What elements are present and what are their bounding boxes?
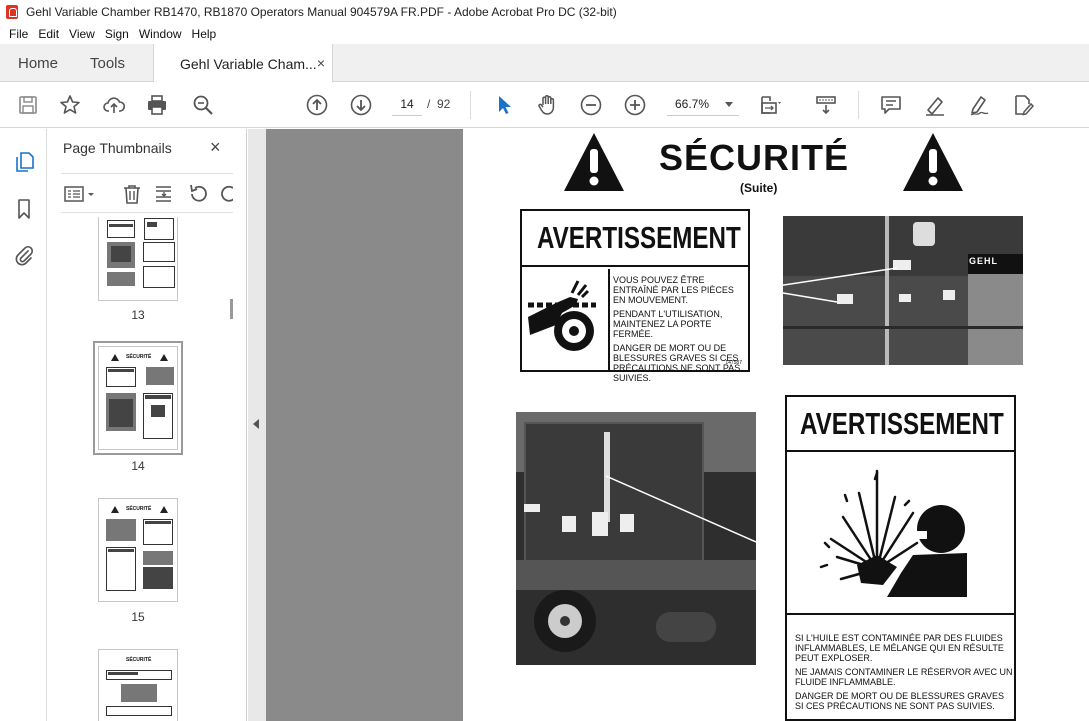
select-cursor-icon[interactable] [492,93,516,117]
zoom-search-icon[interactable] [191,93,215,117]
page-heading: SÉCURITÉ [659,137,850,178]
zoom-level-value: 66.7% [675,97,710,111]
menu-window[interactable]: Window [134,27,187,41]
thumbnail-options-icon[interactable] [63,183,97,205]
extract-page-icon[interactable] [153,183,175,205]
print-icon[interactable] [145,93,169,117]
title-bar: Gehl Variable Chamber RB1470, RB1870 Ope… [0,0,1089,24]
navigation-rail [0,129,47,721]
menu-edit[interactable]: Edit [33,27,64,41]
bookmarks-icon[interactable] [13,198,35,220]
menu-sign[interactable]: Sign [100,27,134,41]
zoom-out-icon[interactable] [579,93,603,117]
menu-file[interactable]: File [4,27,33,41]
decal-code: 147587 [725,360,742,366]
photo-baler-panel: GEHL [783,216,1023,365]
page-subheading: (Suite) [740,181,778,195]
warning-decal-entanglement: AVERTISSEMENT VOUS POUVEZ ÊTRE ENTRAÎNÉ … [520,209,750,383]
page-fit-icon[interactable] [758,93,782,117]
menu-help[interactable]: Help [187,27,222,41]
decal-message: SI L'HUILE EST CONTAMINÉE PAR DES FLUIDE… [795,633,1013,715]
page-number-input[interactable]: 14 [392,92,422,116]
tab-tools[interactable]: Tools [90,44,125,82]
zoom-in-icon[interactable] [623,93,647,117]
chevron-down-icon [725,102,733,107]
warning-triangle-icon [903,133,963,191]
page-thumbnail-14[interactable]: SÉCURITÉ [93,341,183,455]
tab-close-button[interactable]: × [317,55,325,71]
decal-line: DANGER DE MORT OU DE BLESSURES GRAVES SI… [795,691,1005,711]
decal-message: VOUS POUVEZ ÊTRE ENTRAÎNÉ PAR LES PIÈCES… [613,275,747,387]
decal-header: AVERTISSEMENT [787,397,1014,452]
document-viewer[interactable]: SÉCURITÉ (Suite) AVERTISSEMENT VOUS POUV… [266,129,1089,721]
upload-cloud-icon[interactable] [102,93,126,117]
page-thumbnails-icon[interactable] [13,151,35,173]
panel-collapse-gutter[interactable] [248,129,266,721]
thumbnail-toolbar [61,173,233,213]
photo-baler-front [516,412,756,665]
panel-title: Page Thumbnails [63,140,172,156]
page-thumbnail-15[interactable]: SÉCURITÉ [98,498,178,602]
window-title: Gehl Variable Chamber RB1470, RB1870 Ope… [26,5,617,19]
rotate-right-icon[interactable] [219,183,233,205]
close-panel-icon[interactable]: × [210,137,221,158]
save-icon[interactable] [16,93,40,117]
bookmark-star-icon[interactable] [58,93,82,117]
photo-brand-label: GEHL [969,256,999,266]
toolbar-divider [858,91,859,119]
acrobat-icon [6,5,18,19]
page-separator: / [427,97,431,111]
tab-home[interactable]: Home [18,44,58,82]
toolbar-divider [470,91,471,119]
collapse-arrow-icon [253,419,259,429]
tab-document-label: Gehl Variable Cham... [180,55,317,72]
highlight-pen-icon[interactable] [923,93,947,117]
decal-line: SI L'HUILE EST CONTAMINÉE PAR DES FLUIDE… [795,633,1004,663]
thumbnail-label: 13 [131,308,145,322]
entanglement-hazard-icon [528,280,596,351]
menu-bar: File Edit View Sign Window Help [0,24,1089,44]
page-thumbnail-13[interactable] [98,217,178,301]
attachments-icon[interactable] [13,244,35,266]
tab-row: Home Tools Gehl Variable Cham... × [0,44,1089,83]
thumbnails-panel: Page Thumbnails × 13 SÉCURITÉ 14 SÉCURIT… [47,129,247,721]
warning-decal-explosion: AVERTISSEMENT SI L'HUILE EST CONTAMINÉE … [785,395,1016,721]
rotate-left-icon[interactable] [187,183,209,205]
decal-line: VOUS POUVEZ ÊTRE ENTRAÎNÉ PAR LES PIÈCES… [613,275,734,305]
delete-page-icon[interactable] [121,183,143,205]
menu-view[interactable]: View [64,27,100,41]
decal-title: AVERTISSEMENT [800,405,1004,441]
thumbnail-label: 14 [131,459,145,473]
fill-sign-icon[interactable] [1011,93,1035,117]
thumbnail-list: 13 SÉCURITÉ 14 SÉCURITÉ 15 SÉCURITÉ [47,217,247,721]
previous-page-icon[interactable] [305,93,329,117]
decal-title: AVERTISSEMENT [537,220,741,255]
pdf-page: SÉCURITÉ (Suite) AVERTISSEMENT VOUS POUV… [463,129,1089,721]
next-page-icon[interactable] [349,93,373,117]
decal-line: NE JAMAIS CONTAMINER LE RÉSERVOR AVEC UN… [795,667,1013,687]
thumbnail-label: 15 [131,610,145,624]
zoom-level-dropdown[interactable]: 66.7% [667,92,739,116]
explosion-hazard-icon [819,469,967,597]
thumbnail-scrollbar[interactable] [230,299,233,319]
page-thumbnail-16[interactable]: SÉCURITÉ [98,649,178,721]
decal-header: AVERTISSEMENT [522,211,748,267]
toolbar: 14 / 92 66.7% [0,82,1089,128]
comment-icon[interactable] [879,93,903,117]
tab-document[interactable]: Gehl Variable Cham... × [153,44,333,83]
page-total: 92 [437,97,451,111]
decal-line: PENDANT L'UTILISATION, MAINTENEZ LA PORT… [613,309,723,339]
scroll-mode-icon[interactable] [814,93,838,117]
hand-tool-icon[interactable] [535,93,559,117]
warning-triangle-icon [564,133,624,191]
sign-pen-icon[interactable] [967,93,991,117]
